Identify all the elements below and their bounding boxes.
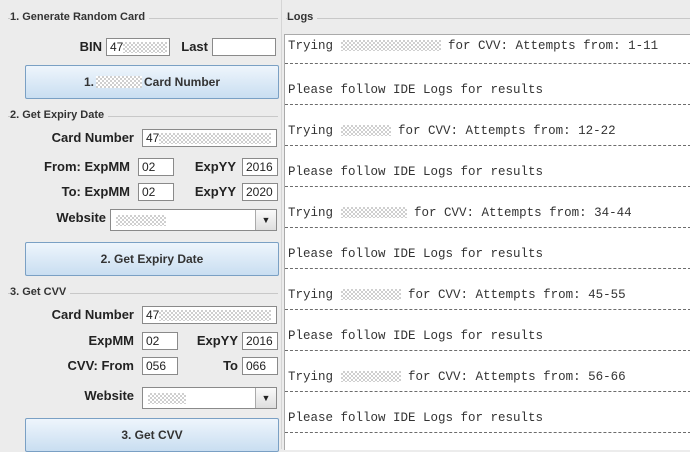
from-expmm-label: From: ExpMM — [44, 159, 130, 174]
cvv-card-number-input[interactable]: 47 — [142, 306, 277, 324]
to-expyy-input[interactable]: 2020 — [242, 183, 278, 201]
cvv-to-input[interactable]: 066 — [242, 357, 278, 375]
last-input[interactable] — [212, 38, 276, 56]
log-separator — [285, 432, 690, 433]
chevron-down-icon: ▼ — [255, 388, 276, 408]
to-expmm-label: To: ExpMM — [61, 184, 130, 199]
log-line-trying: Trying for CVV: Attempts from: 56-66 — [288, 370, 626, 384]
log-line-trying: Trying for CVV: Attempts from: 1-11 — [288, 39, 659, 53]
log-separator — [285, 104, 690, 105]
logs-title: Logs — [287, 11, 318, 23]
cvv-expmm-label: ExpMM — [88, 333, 135, 348]
to-expmm-input[interactable]: 02 — [138, 183, 174, 201]
expiry-card-number-label: Card Number — [51, 130, 134, 145]
cvv-website-select[interactable]: ▼ — [142, 387, 277, 409]
log-line-trying: Trying for CVV: Attempts from: 12-22 — [288, 124, 616, 138]
log-line-trying: Trying for CVV: Attempts from: 34-44 — [288, 206, 632, 220]
generate-button-prefix: 1. — [83, 75, 94, 89]
log-line-follow: Please follow IDE Logs for results — [288, 247, 544, 261]
log-separator — [285, 309, 690, 310]
to-expyy-label: ExpYY — [194, 184, 236, 199]
get-cvv-button[interactable]: 3. Get CVV — [25, 418, 279, 452]
cvv-expmm-input[interactable]: 02 — [142, 332, 178, 350]
from-expyy-input[interactable]: 2016 — [242, 158, 278, 176]
expiry-website-label: Website — [56, 210, 106, 225]
log-line-follow: Please follow IDE Logs for results — [288, 329, 544, 343]
log-separator — [285, 63, 690, 64]
get-expiry-date-button[interactable]: 2. Get Expiry Date — [25, 242, 279, 276]
log-line-follow: Please follow IDE Logs for results — [288, 165, 544, 179]
from-expmm-input[interactable]: 02 — [138, 158, 174, 176]
log-line-follow: Please follow IDE Logs for results — [288, 411, 544, 425]
expiry-website-select[interactable]: ▼ — [110, 209, 277, 231]
generate-card-button[interactable]: 1. Card Number — [25, 65, 279, 99]
logs-textarea[interactable]: Trying for CVV: Attempts from: 1-11 Plea… — [284, 34, 690, 450]
section3-title: 3. Get CVV — [10, 286, 71, 298]
log-separator — [285, 350, 690, 351]
last-label: Last — [181, 39, 208, 54]
chevron-down-icon: ▼ — [255, 210, 276, 230]
log-separator — [285, 268, 690, 269]
section1-title: 1. Generate Random Card — [10, 11, 150, 23]
cvv-to-label: To — [223, 358, 238, 373]
bin-input[interactable]: 47 — [106, 38, 170, 56]
generate-button-suffix: Card Number — [144, 75, 221, 89]
log-separator — [285, 145, 690, 146]
log-separator — [285, 186, 690, 187]
logs-border — [286, 18, 690, 19]
panel-divider — [281, 0, 282, 449]
cvv-expyy-input[interactable]: 2016 — [242, 332, 278, 350]
cvv-from-label: CVV: From — [67, 358, 134, 373]
cvv-website-label: Website — [84, 388, 134, 403]
log-separator — [285, 391, 690, 392]
log-line-trying: Trying for CVV: Attempts from: 45-55 — [288, 288, 626, 302]
cvv-card-number-label: Card Number — [51, 307, 134, 322]
bin-label: BIN — [79, 39, 102, 54]
log-line-follow: Please follow IDE Logs for results — [288, 83, 544, 97]
section2-title: 2. Get Expiry Date — [10, 109, 109, 121]
cvv-expyy-label: ExpYY — [196, 333, 238, 348]
expiry-card-number-input[interactable]: 47 — [142, 129, 277, 147]
from-expyy-label: ExpYY — [194, 159, 236, 174]
cvv-from-input[interactable]: 056 — [142, 357, 178, 375]
log-separator — [285, 227, 690, 228]
